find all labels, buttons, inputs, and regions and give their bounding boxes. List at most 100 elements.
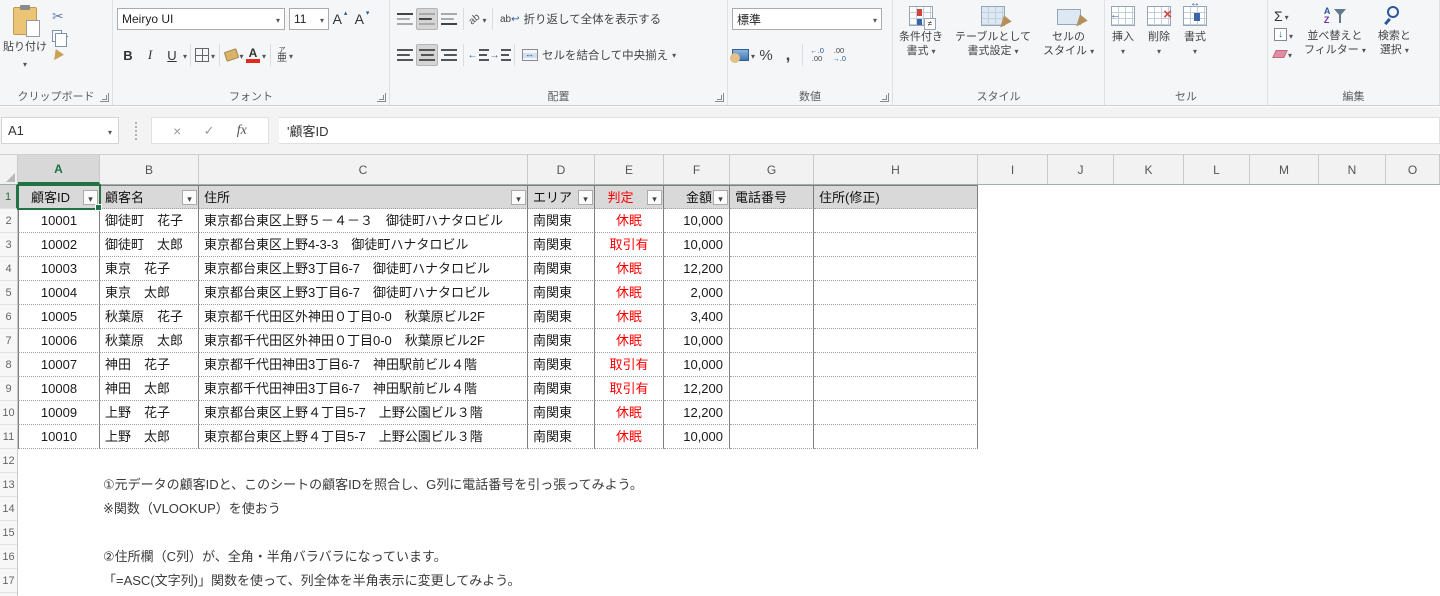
cell-G7[interactable] (730, 329, 814, 353)
confirm-entry-icon[interactable]: ✓ (204, 123, 215, 139)
cell-E2[interactable]: 休眠 (595, 209, 664, 233)
column-header-G[interactable]: G (730, 155, 814, 184)
cell-G6[interactable] (730, 305, 814, 329)
cell-C10[interactable]: 東京都台東区上野４丁目5-7 上野公園ビル３階 (199, 401, 528, 425)
filter-button-B1[interactable] (182, 190, 197, 205)
cell-B10[interactable]: 上野 花子 (100, 401, 199, 425)
column-header-J[interactable]: J (1048, 155, 1114, 184)
clipboard-dialog-launcher-icon[interactable] (100, 93, 109, 102)
fill-color-button[interactable] (223, 44, 245, 66)
font-dialog-launcher-icon[interactable] (377, 93, 386, 102)
cell-H8[interactable] (814, 353, 978, 377)
cancel-entry-icon[interactable]: × (173, 123, 181, 139)
note-row-13[interactable]: ①元データの顧客IDと、このシートの顧客IDを照合し、G列に電話番号を引っ張って… (103, 473, 643, 497)
column-header-M[interactable]: M (1250, 155, 1319, 184)
cell-A9[interactable]: 10008 (18, 377, 100, 401)
cell-E7[interactable]: 休眠 (595, 329, 664, 353)
cell-D7[interactable]: 南関東 (528, 329, 595, 353)
cell-H7[interactable] (814, 329, 978, 353)
cell-C5[interactable]: 東京都台東区上野3丁目6-7 御徒町ハナタロビル (199, 281, 528, 305)
cell-E6[interactable]: 休眠 (595, 305, 664, 329)
cell-F3[interactable]: 10,000 (664, 233, 730, 257)
note-row-16[interactable]: ②住所欄（C列）が、全角・半角バラバラになっています。 (103, 545, 447, 569)
header-cell-F1[interactable]: 金額 (664, 185, 730, 209)
phonetic-guide-button[interactable]: ア亜 (274, 44, 296, 66)
cell-F2[interactable]: 10,000 (664, 209, 730, 233)
underline-button[interactable]: U (161, 44, 183, 66)
format-as-table-button[interactable]: テーブルとして 書式設定 (949, 4, 1037, 88)
delete-cells-button[interactable]: 削除 (1141, 4, 1177, 88)
cell-E9[interactable]: 取引有 (595, 377, 664, 401)
insert-cells-button[interactable]: 挿入 (1105, 4, 1141, 88)
align-bottom-button[interactable] (438, 8, 460, 30)
clear-button[interactable] (1272, 44, 1296, 63)
cell-styles-button[interactable]: セルの スタイル (1037, 4, 1100, 88)
cell-B5[interactable]: 東京 太郎 (100, 281, 199, 305)
cell-C7[interactable]: 東京都千代田区外神田０丁目0-0 秋葉原ビル2F (199, 329, 528, 353)
cell-G4[interactable] (730, 257, 814, 281)
find-select-button[interactable]: 検索と 選択 (1372, 4, 1417, 88)
column-header-L[interactable]: L (1184, 155, 1250, 184)
sort-filter-button[interactable]: AZ 並べ替えと フィルター (1298, 4, 1372, 88)
cell-D5[interactable]: 南関東 (528, 281, 595, 305)
cell-D11[interactable]: 南関東 (528, 425, 595, 449)
number-dialog-launcher-icon[interactable] (880, 93, 889, 102)
cell-E5[interactable]: 休眠 (595, 281, 664, 305)
cell-F6[interactable]: 3,400 (664, 305, 730, 329)
column-header-A[interactable]: A (18, 155, 100, 184)
alignment-dialog-launcher-icon[interactable] (715, 93, 724, 102)
borders-button[interactable] (194, 44, 216, 66)
grow-font-button[interactable]: A (329, 8, 351, 30)
column-header-N[interactable]: N (1319, 155, 1386, 184)
cell-F5[interactable]: 2,000 (664, 281, 730, 305)
cell-D2[interactable]: 南関東 (528, 209, 595, 233)
cell-C8[interactable]: 東京都千代田神田3丁目6-7 神田駅前ビル４階 (199, 353, 528, 377)
cell-F4[interactable]: 12,200 (664, 257, 730, 281)
cell-H6[interactable] (814, 305, 978, 329)
cell-G11[interactable] (730, 425, 814, 449)
insert-function-icon[interactable]: fx (237, 123, 247, 139)
column-header-F[interactable]: F (664, 155, 730, 184)
shrink-font-button[interactable]: A (351, 8, 373, 30)
formula-input[interactable]: '顧客ID (279, 117, 1440, 144)
cell-B4[interactable]: 東京 花子 (100, 257, 199, 281)
merge-center-button[interactable]: セルを結合して中央揃え (518, 43, 680, 67)
cell-F11[interactable]: 10,000 (664, 425, 730, 449)
cell-C2[interactable]: 東京都台東区上野５－４－３ 御徒町ハナタロビル (199, 209, 528, 233)
cell-B9[interactable]: 神田 太郎 (100, 377, 199, 401)
cell-D3[interactable]: 南関東 (528, 233, 595, 257)
cell-D9[interactable]: 南関東 (528, 377, 595, 401)
note-row-17[interactable]: 「=ASC(文字列)」関数を使って、列全体を半角表示に変更してみよう。 (103, 569, 521, 593)
column-header-B[interactable]: B (100, 155, 199, 184)
cell-A3[interactable]: 10002 (18, 233, 100, 257)
bold-button[interactable]: B (117, 44, 139, 66)
cell-C6[interactable]: 東京都千代田区外神田０丁目0-0 秋葉原ビル2F (199, 305, 528, 329)
conditional-formatting-button[interactable]: 条件付き 書式 (893, 4, 949, 88)
cell-D6[interactable]: 南関東 (528, 305, 595, 329)
paste-button[interactable]: 貼り付け (0, 4, 50, 87)
cell-E3[interactable]: 取引有 (595, 233, 664, 257)
percent-style-button[interactable]: % (755, 44, 777, 66)
header-cell-B1[interactable]: 顧客名 (100, 185, 199, 209)
header-cell-E1[interactable]: 判定 (595, 185, 664, 209)
cell-H4[interactable] (814, 257, 978, 281)
cell-A2[interactable]: 10001 (18, 209, 100, 233)
align-top-button[interactable] (394, 8, 416, 30)
column-header-K[interactable]: K (1114, 155, 1184, 184)
cell-G3[interactable] (730, 233, 814, 257)
cell-H10[interactable] (814, 401, 978, 425)
filter-button-E1[interactable] (647, 190, 662, 205)
cell-E4[interactable]: 休眠 (595, 257, 664, 281)
column-header-C[interactable]: C (199, 155, 528, 184)
format-cells-button[interactable]: 書式 (1177, 0, 1213, 88)
wrap-text-button[interactable]: ab↩ 折り返して全体を表示する (496, 7, 665, 31)
align-right-button[interactable] (438, 44, 460, 66)
cell-D8[interactable]: 南関東 (528, 353, 595, 377)
cell-F7[interactable]: 10,000 (664, 329, 730, 353)
cell-D10[interactable]: 南関東 (528, 401, 595, 425)
cell-E11[interactable]: 休眠 (595, 425, 664, 449)
font-color-button[interactable]: A (245, 44, 267, 66)
cell-D4[interactable]: 南関東 (528, 257, 595, 281)
cell-F8[interactable]: 10,000 (664, 353, 730, 377)
cell-C3[interactable]: 東京都台東区上野4-3-3 御徒町ハナタロビル (199, 233, 528, 257)
